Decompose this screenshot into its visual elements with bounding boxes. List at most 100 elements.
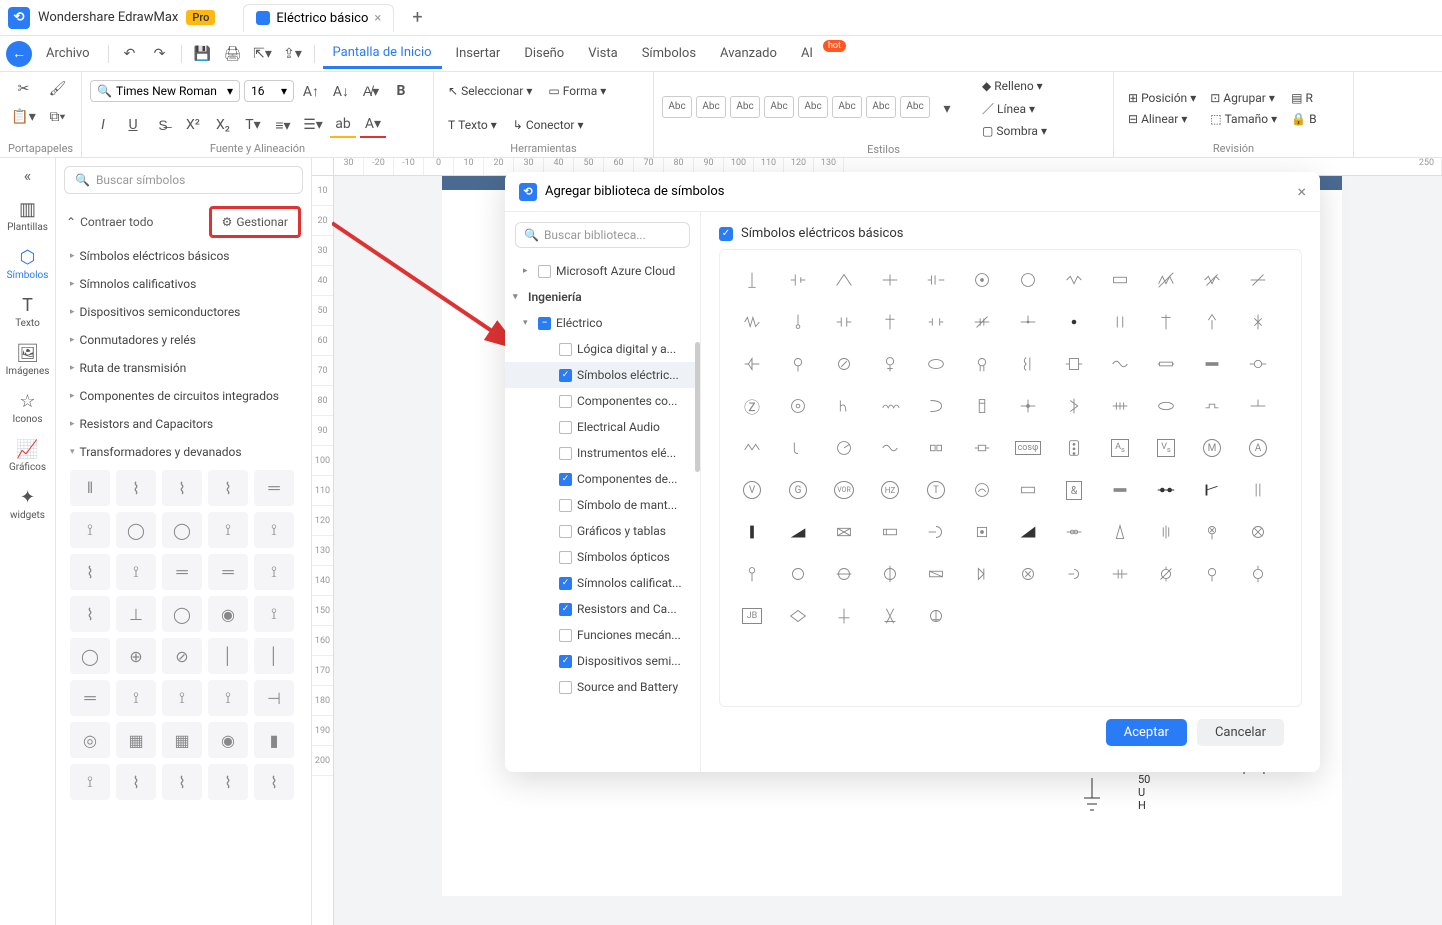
forma-dropdown[interactable]: ▭Forma▾ [542,81,612,101]
checkbox[interactable] [559,421,572,434]
checkbox[interactable] [559,525,572,538]
menu-simbolos[interactable]: Símbolos [632,40,706,67]
library-symbol-thumb[interactable] [824,304,864,340]
new-tab-button[interactable]: + [402,7,432,28]
library-symbol-thumb[interactable] [870,346,910,382]
checkbox[interactable] [559,577,572,590]
conector-dropdown[interactable]: ↳Conector▾ [507,115,590,135]
library-symbol-thumb[interactable] [916,556,956,592]
symbol-thumb[interactable]: ═ [162,554,202,590]
tree-item[interactable]: Funciones mecán... [505,622,700,648]
tree-item[interactable]: Componentes co... [505,388,700,414]
library-symbol-thumb[interactable] [824,430,864,466]
rail-texto[interactable]: TTexto [15,295,40,329]
clear-format-icon[interactable]: A̸▾ [358,78,384,104]
library-symbol-thumb[interactable] [778,388,818,424]
category-item[interactable]: ▸Símbolos eléctricos básicos [56,242,311,270]
library-symbol-thumb[interactable] [870,598,910,634]
category-item[interactable]: ▾Transformadores y devanados [56,438,311,466]
symbol-thumb[interactable]: ▦ [116,722,156,758]
manage-button[interactable]: ⚙Gestionar [209,206,301,238]
library-symbol-thumb[interactable] [962,514,1002,550]
symbol-thumb[interactable]: ▦ [162,722,202,758]
increase-font-icon[interactable]: A↑ [298,78,324,104]
library-symbol-thumb[interactable] [778,556,818,592]
library-symbol-thumb[interactable] [870,430,910,466]
tree-item[interactable]: ▸Microsoft Azure Cloud [505,258,700,284]
style-preset[interactable]: Abc [696,96,726,118]
library-symbol-thumb[interactable]: T [916,472,956,508]
decrease-font-icon[interactable]: A↓ [328,78,354,104]
category-item[interactable]: ▸Dispositivos semiconductores [56,298,311,326]
cancel-button[interactable]: Cancelar [1197,719,1284,746]
paste-icon[interactable]: 📋▾ [11,104,37,130]
alinear-dropdown[interactable]: ⊟ Alinear▾ [1122,109,1202,129]
library-symbol-thumb[interactable] [1192,514,1232,550]
tree-item[interactable]: Resistors and Ca... [505,596,700,622]
library-symbol-thumb[interactable] [1238,472,1278,508]
menu-pantalla-inicio[interactable]: Pantalla de Inicio [323,39,442,69]
library-symbol-thumb[interactable] [870,514,910,550]
library-symbol-thumb[interactable] [1100,472,1140,508]
symbol-thumb[interactable]: ⟟ [116,554,156,590]
library-symbol-thumb[interactable]: HZ [870,472,910,508]
library-symbol-thumb[interactable] [1238,556,1278,592]
checkbox[interactable] [559,499,572,512]
tree-item[interactable]: Source and Battery [505,674,700,700]
library-symbol-thumb[interactable] [1100,388,1140,424]
font-size-dropdown[interactable]: 16▾ [244,80,294,102]
library-symbol-thumb[interactable]: & [1054,472,1094,508]
print-icon[interactable]: 🖨 [220,41,246,67]
checkbox[interactable] [559,369,572,382]
style-more-icon[interactable]: ▾ [934,96,960,122]
texto-dropdown[interactable]: TTexto▾ [442,115,503,135]
share-icon[interactable]: ⇪▾ [280,41,306,67]
library-symbol-thumb[interactable] [824,346,864,382]
library-symbol-thumb[interactable] [916,388,956,424]
rail-simbolos[interactable]: ⬡Símbolos [7,247,49,281]
format-painter-icon[interactable]: 🖌 [45,76,71,102]
menu-archivo[interactable]: Archivo [36,40,100,67]
library-symbol-thumb[interactable] [1146,346,1186,382]
library-symbol-thumb[interactable] [778,262,818,298]
tree-item[interactable]: Símbolo de mant... [505,492,700,518]
symbol-thumb[interactable]: │ [208,638,248,674]
library-symbol-thumb[interactable] [870,262,910,298]
library-symbol-thumb[interactable] [1100,346,1140,382]
sombra-dropdown[interactable]: ▢ Sombra▾ [976,121,1053,141]
library-symbol-thumb[interactable] [1008,556,1048,592]
symbol-thumb[interactable]: ⊥ [116,596,156,632]
library-symbol-thumb[interactable]: M [1192,430,1232,466]
symbol-thumb[interactable]: ⌇ [208,764,248,800]
text-case-icon[interactable]: T▾ [240,112,266,138]
library-symbol-thumb[interactable] [962,304,1002,340]
symbol-thumb[interactable]: ‖ [70,470,110,506]
cut-icon[interactable]: ✂ [11,76,37,102]
accept-button[interactable]: Aceptar [1106,719,1187,746]
line-spacing-icon[interactable]: ≡▾ [270,112,296,138]
library-symbol-thumb[interactable] [778,346,818,382]
symbol-thumb[interactable]: ⟟ [254,554,294,590]
library-symbol-thumb[interactable] [916,430,956,466]
symbol-thumb[interactable]: ⟟ [254,512,294,548]
library-symbol-thumb[interactable]: cosφ [1008,430,1048,466]
library-symbol-thumb[interactable] [732,514,772,550]
copy-icon[interactable]: ⧉▾ [45,104,71,130]
back-button[interactable]: ← [6,41,32,67]
superscript-icon[interactable]: X² [180,112,206,138]
symbol-thumb[interactable]: ◯ [162,596,202,632]
library-search-input[interactable]: 🔍 Buscar biblioteca... [515,222,690,248]
symbol-thumb[interactable]: ⌇ [116,764,156,800]
library-symbol-thumb[interactable]: A [1238,430,1278,466]
symbol-thumb[interactable]: ⟟ [116,680,156,716]
b-button[interactable]: 🔒 B [1285,109,1322,129]
italic-icon[interactable]: I [90,112,116,138]
symbol-thumb[interactable]: ⟟ [254,596,294,632]
checkbox[interactable] [559,473,572,486]
library-symbol-thumb[interactable] [732,262,772,298]
export-icon[interactable]: ⇱▾ [250,41,276,67]
tree-item[interactable]: Dispositivos semi... [505,648,700,674]
library-symbol-thumb[interactable] [1238,514,1278,550]
library-symbol-thumb[interactable] [1238,388,1278,424]
symbol-thumb[interactable]: ◉ [208,596,248,632]
